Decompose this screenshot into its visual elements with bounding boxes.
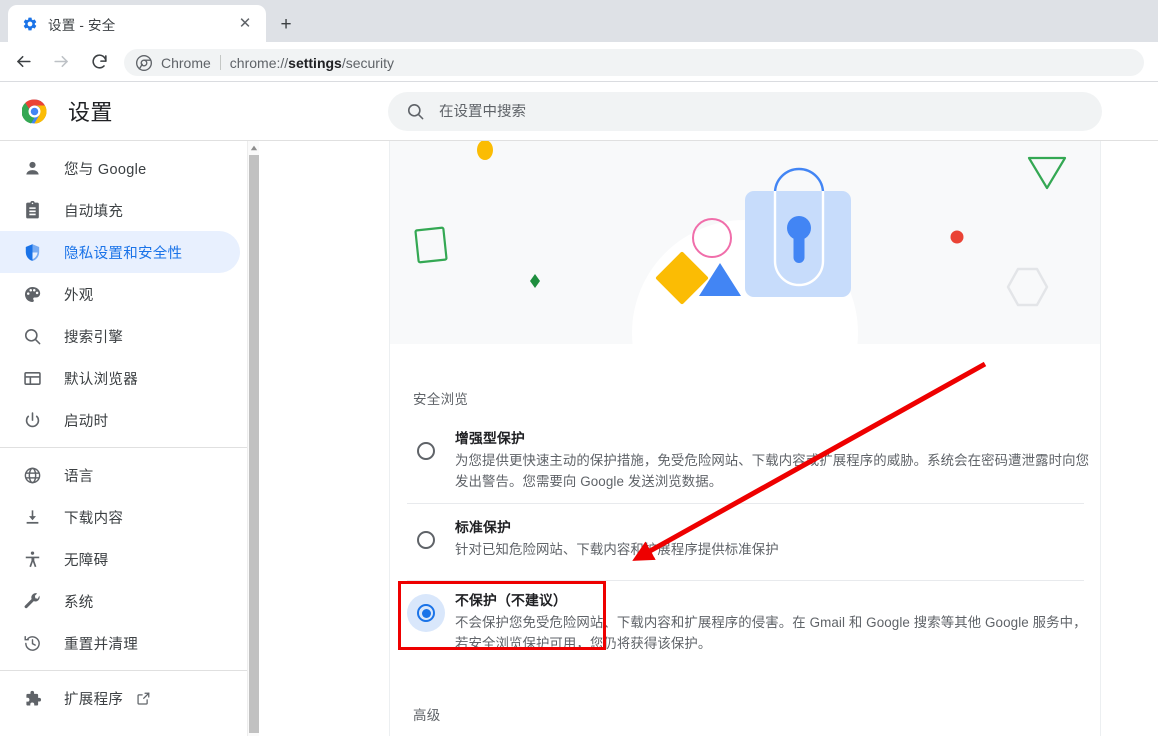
search-icon [22,326,42,346]
chrome-icon [136,54,152,71]
radio-outer-ring [417,442,435,460]
scroll-up-arrow-icon[interactable] [248,141,260,154]
security-settings-card: 安全浏览 增强型保护 为您提供更快速主动的保护措施，免受危险网站、下载内容或扩展… [389,141,1101,736]
omnibox-scheme-label: Chrome [161,54,211,71]
settings-sidebar: 您与 Google 自动填充 隐私设置和安全性 外观 搜索引擎 默认浏览器 启动… [0,141,248,736]
security-illustration [390,141,1100,344]
sidebar-item-label: 下载内容 [64,510,124,527]
option-text-standard-protection: 标准保护 针对已知危险网站、下载内容和扩展程序提供标准保护 [445,513,1100,560]
radio-inner-dot [421,608,431,618]
radio-row-no-protection[interactable]: 不保护（不建议） 不会保护您免受危险网站、下载内容和扩展程序的侵害。在 Gmai… [390,586,1100,654]
sidebar-item-appearance[interactable]: 外观 [0,273,240,315]
radio-button-standard-protection[interactable] [407,521,445,559]
sidebar-item-label: 启动时 [64,413,109,430]
radio-button-no-protection[interactable] [407,594,445,632]
sidebar-item-system[interactable]: 系统 [0,580,240,622]
settings-search-box[interactable] [388,92,1102,131]
sidebar-item-label: 搜索引擎 [64,329,124,346]
sidebar-item-default-browser[interactable]: 默认浏览器 [0,357,240,399]
advanced-heading: 高级 [413,708,441,723]
history-icon [22,633,42,653]
settings-page: 设置 您与 Google [0,82,1158,736]
sidebar-item-label: 外观 [64,287,94,304]
sidebar-item-search-engine[interactable]: 搜索引擎 [0,315,240,357]
search-icon [406,102,425,121]
download-icon [22,507,42,527]
browser-icon [22,368,42,388]
sidebar-item-label: 您与 Google [64,161,147,178]
row-separator [407,503,1084,504]
nav-group-extensions: 扩展程序 [0,671,248,725]
search-input[interactable] [439,103,1084,120]
option-title: 增强型保护 [455,431,525,446]
option-description: 为您提供更快速主动的保护措施，免受危险网站、下载内容或扩展程序的威胁。系统会在密… [455,453,1090,489]
option-description: 针对已知危险网站、下载内容和扩展程序提供标准保护 [455,542,779,557]
sidebar-item-extensions[interactable]: 扩展程序 [0,677,240,719]
tab-strip: 设置 - 安全 ✕ + [0,0,1158,42]
palette-icon [22,284,42,304]
sidebar-item-downloads[interactable]: 下载内容 [0,496,240,538]
omnibox-url-suffix: /security [341,54,394,71]
close-icon[interactable]: ✕ [234,13,256,35]
radio-row-standard-protection[interactable]: 标准保护 针对已知危险网站、下载内容和扩展程序提供标准保护 [390,513,1100,560]
sidebar-item-on-startup[interactable]: 启动时 [0,399,240,441]
sidebar-item-you-and-google[interactable]: 您与 Google [0,147,240,189]
gear-icon [22,16,38,32]
option-text-enhanced-protection: 增强型保护 为您提供更快速主动的保护措施，免受危险网站、下载内容或扩展程序的威胁… [445,424,1100,492]
sidebar-item-reset-and-clean-up[interactable]: 重置并清理 [0,622,240,664]
tab-title: 设置 - 安全 [48,17,116,33]
sidebar-item-label: 隐私设置和安全性 [64,245,183,262]
new-tab-button[interactable]: + [272,10,300,38]
browser-window: 设置 - 安全 ✕ + Chrome chrome://settings/sec… [0,0,1158,736]
address-bar[interactable]: Chrome chrome://settings/security [124,49,1144,76]
omnibox-url-prefix: chrome:// [229,54,289,71]
nav-group-primary: 您与 Google 自动填充 隐私设置和安全性 外观 搜索引擎 默认浏览器 启动… [0,141,248,447]
sidebar-item-privacy-and-security[interactable]: 隐私设置和安全性 [0,231,240,273]
settings-content: 安全浏览 增强型保护 为您提供更快速主动的保护措施，免受危险网站、下载内容或扩展… [260,141,1158,736]
sidebar-item-label: 默认浏览器 [64,371,138,388]
accessibility-icon [22,549,42,569]
forward-button[interactable] [46,47,76,77]
autofill-icon [22,200,42,220]
radio-outer-ring [417,604,435,622]
globe-icon [22,465,42,485]
scrollbar-thumb[interactable] [249,155,259,733]
chrome-logo-icon [21,99,47,124]
option-text-no-protection: 不保护（不建议） 不会保护您免受危险网站、下载内容和扩展程序的侵害。在 Gmai… [445,586,1100,654]
browser-tab[interactable]: 设置 - 安全 ✕ [8,5,266,42]
page-title: 设置 [68,100,113,125]
safe-browsing-heading: 安全浏览 [413,392,469,407]
option-title: 标准保护 [455,520,511,535]
sidebar-item-label: 无障碍 [64,552,109,569]
sidebar-item-label: 重置并清理 [64,636,138,653]
sidebar-item-label: 扩展程序 [64,691,124,708]
sidebar-item-label: 自动填充 [64,203,124,220]
sidebar-item-accessibility[interactable]: 无障碍 [0,538,240,580]
power-icon [22,410,42,430]
person-icon [22,158,42,178]
back-button[interactable] [8,47,38,77]
radio-outer-ring [417,531,435,549]
sidebar-scrollbar[interactable] [247,141,259,736]
radio-button-enhanced-protection[interactable] [407,432,445,470]
omnibox-separator [219,55,221,70]
reload-button[interactable] [84,47,114,77]
row-separator [407,580,1084,581]
omnibox-url: chrome://settings/security [230,55,394,71]
nav-group-secondary: 语言 下载内容 无障碍 系统 重置并清理 [0,448,248,670]
sidebar-item-languages[interactable]: 语言 [0,454,240,496]
omnibox-url-bold: settings [288,54,342,71]
option-title: 不保护（不建议） [455,593,567,608]
external-link-icon [136,691,151,706]
radio-row-enhanced-protection[interactable]: 增强型保护 为您提供更快速主动的保护措施，免受危险网站、下载内容或扩展程序的威胁… [390,424,1100,492]
puzzle-icon [22,688,42,708]
sidebar-item-label: 系统 [64,594,94,611]
sidebar-item-autofill[interactable]: 自动填充 [0,189,240,231]
sidebar-item-label: 语言 [64,468,94,485]
shield-icon [22,242,42,262]
option-description: 不会保护您免受危险网站、下载内容和扩展程序的侵害。在 Gmail 和 Googl… [455,615,1087,651]
wrench-icon [22,591,42,611]
